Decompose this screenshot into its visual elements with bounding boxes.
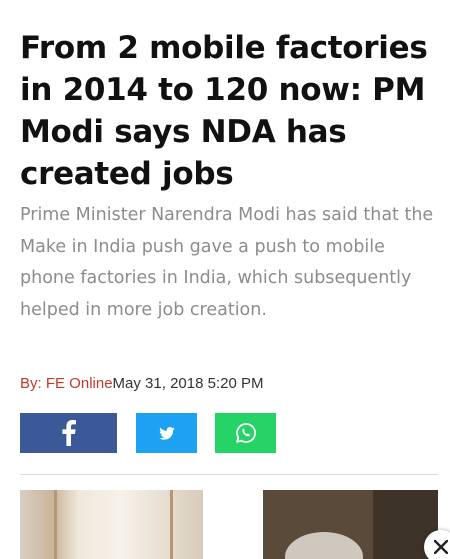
facebook-icon [61,420,76,446]
article-summary: Prime Minister Narendra Modi has said th… [20,205,434,320]
close-overlay-button[interactable] [424,530,450,559]
divider [20,474,438,475]
photo-detail [285,532,363,559]
byline-date: May 31, 2018 5:20 PM [112,375,264,392]
article-headline: From 2 mobile factories in 2014 to 120 n… [20,30,428,192]
photo-detail [170,490,173,559]
related-photo-left[interactable] [20,490,203,559]
related-photo-right[interactable] [263,490,438,559]
article-page: From 2 mobile factories in 2014 to 120 n… [0,0,450,559]
close-icon [434,540,448,554]
byline-author-link[interactable]: FE Online [46,375,113,392]
whatsapp-icon [235,422,257,444]
share-twitter-button[interactable] [136,413,197,453]
byline-prefix: By: [20,375,46,392]
photo-detail [54,490,57,559]
article-byline: By: FE OnlineMay 31, 2018 5:20 PM [20,375,263,392]
share-whatsapp-button[interactable] [215,413,276,453]
share-facebook-button[interactable] [20,413,117,453]
twitter-icon [158,426,175,440]
